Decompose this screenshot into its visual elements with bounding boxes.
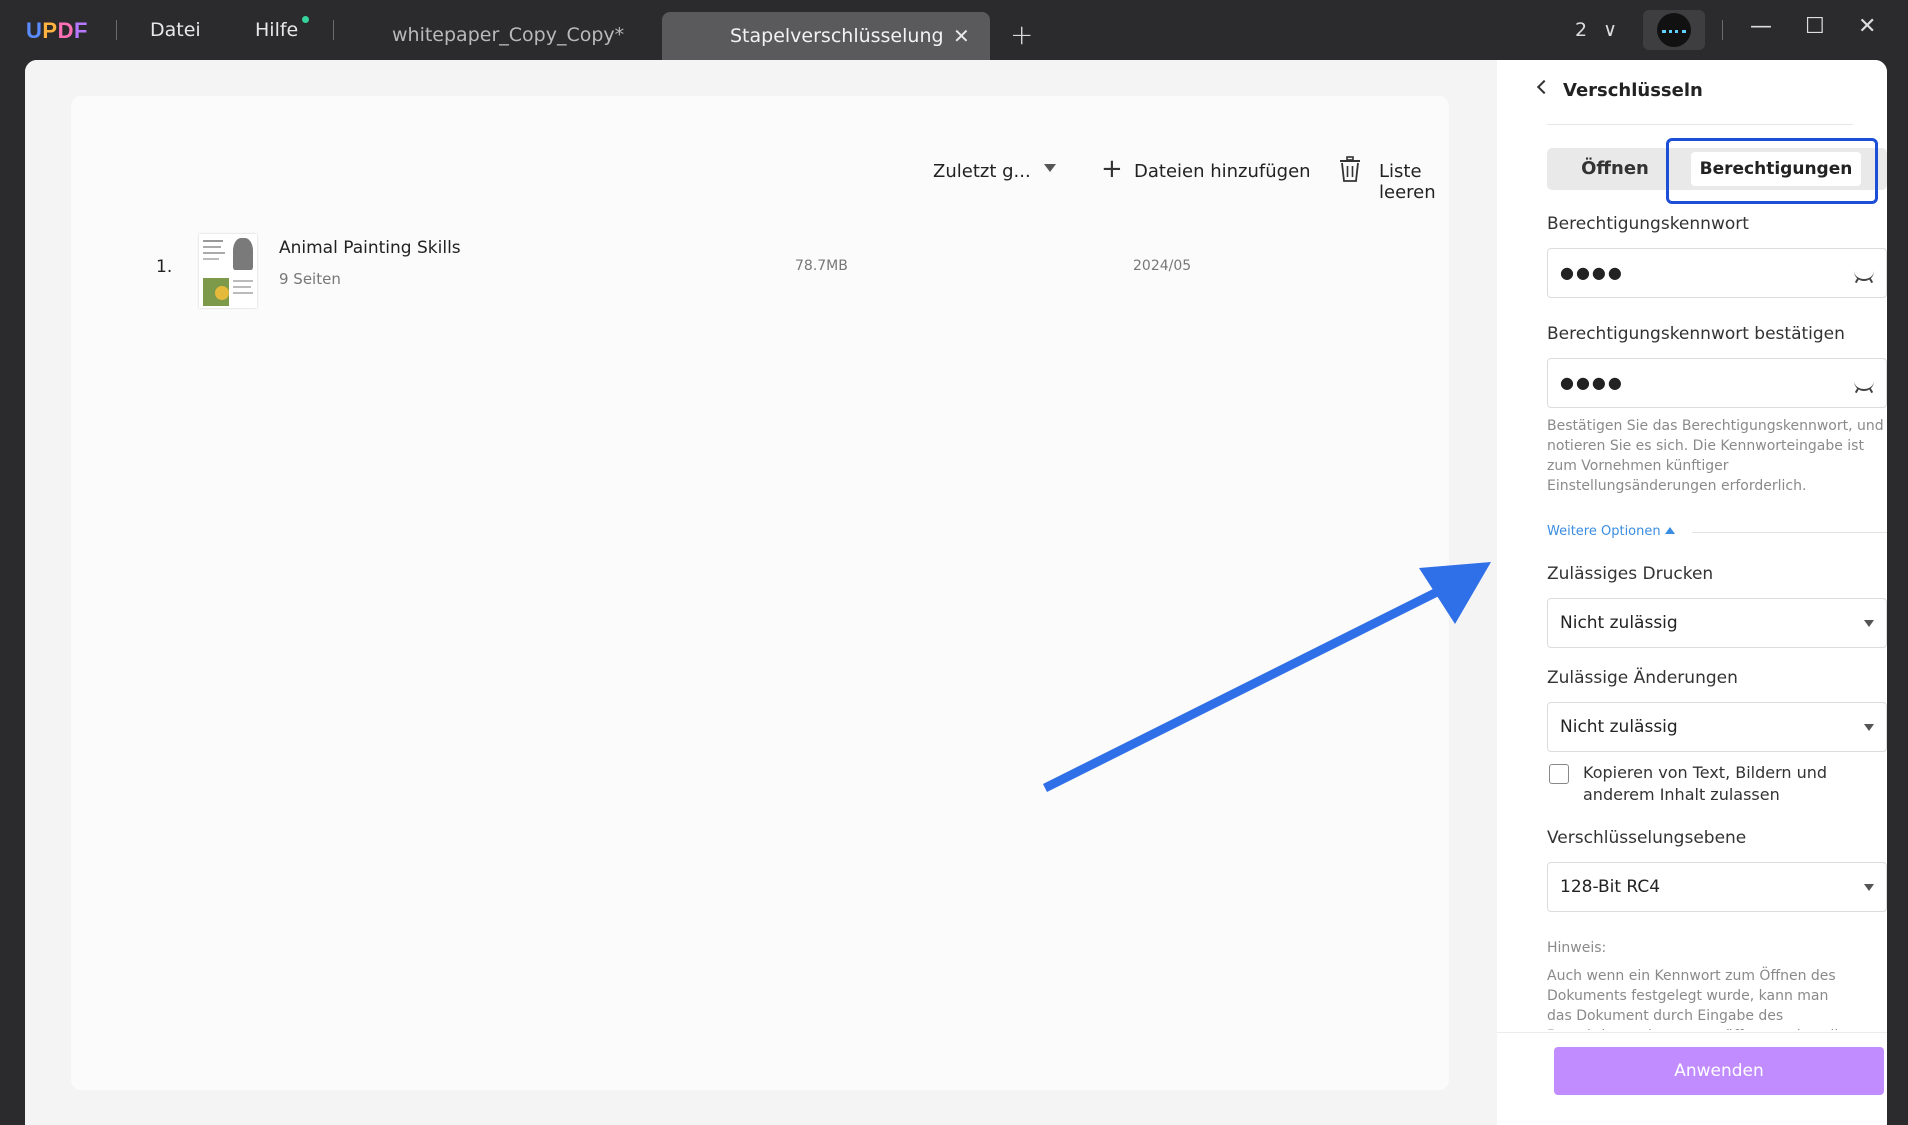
perm-password-input[interactable]: ●●●●: [1547, 248, 1887, 298]
main-window: Zuletzt g... + Dateien hinzufügen Liste …: [25, 60, 1887, 1125]
add-files-icon[interactable]: +: [1101, 154, 1123, 184]
encryption-select[interactable]: 128-Bit RC4: [1547, 862, 1887, 912]
panel-divider: [1547, 124, 1853, 125]
note-body: Auch wenn ein Kennwort zum Öffnen des Do…: [1547, 968, 1847, 1030]
tab-whitepaper[interactable]: whitepaper_Copy_Copy*: [392, 24, 624, 46]
maximize-icon[interactable]: ☐: [1805, 14, 1825, 39]
annotation-arrow-icon: [1042, 562, 1491, 793]
avatar: [1657, 13, 1691, 47]
new-tab-icon[interactable]: +: [1010, 18, 1033, 51]
caret-up-icon[interactable]: [1665, 527, 1675, 534]
title-separator: [333, 20, 334, 40]
print-label: Zulässiges Drucken: [1547, 564, 1714, 584]
panel-bottom-divider: [1497, 1032, 1887, 1033]
tab-close-icon[interactable]: ✕: [953, 24, 970, 48]
back-chevron-icon[interactable]: [1536, 79, 1552, 95]
print-value: Nicht zulässig: [1560, 613, 1678, 633]
password-hint: Bestätigen Sie das Berechtigungskennwort…: [1547, 418, 1884, 494]
panel-title: Verschlüsseln: [1563, 80, 1703, 101]
window-count: 2: [1575, 19, 1588, 41]
encryption-label: Verschlüsselungsebene: [1547, 828, 1747, 848]
print-select[interactable]: Nicht zulässig: [1547, 598, 1887, 648]
dropdown-caret-icon: [1864, 620, 1874, 627]
close-window-icon[interactable]: ✕: [1858, 14, 1876, 39]
panel-header: Verschlüsseln: [1497, 60, 1887, 124]
changes-select[interactable]: Nicht zulässig: [1547, 702, 1887, 752]
perm-confirm-value: ●●●●: [1560, 373, 1624, 392]
file-thumbnail: [199, 234, 257, 308]
more-options-link[interactable]: Weitere Optionen: [1547, 524, 1661, 539]
encryption-value: 128-Bit RC4: [1560, 877, 1661, 897]
trash-icon[interactable]: [1339, 156, 1361, 182]
title-separator: [1722, 20, 1723, 40]
file-row[interactable]: 1. Animal Painting Skills 9 Seiten 78.7M…: [71, 226, 1449, 316]
tab-stapelverschluesselung[interactable]: Stapelverschlüsselung ✕: [662, 12, 990, 60]
sort-dropdown[interactable]: Zuletzt g...: [933, 161, 1031, 182]
highlight-frame: [1666, 138, 1878, 204]
dropdown-caret-icon: [1864, 884, 1874, 891]
avatar-button[interactable]: [1643, 10, 1705, 50]
clear-list-button[interactable]: Liste leeren: [1379, 161, 1449, 203]
file-name: Animal Painting Skills: [279, 238, 461, 258]
sort-caret-icon: [1044, 164, 1056, 172]
file-date: 2024/05: [1133, 258, 1192, 274]
eye-closed-icon[interactable]: [1854, 271, 1874, 281]
tab-oeffnen[interactable]: Öffnen: [1547, 148, 1683, 190]
chevron-down-icon: ∨: [1603, 19, 1618, 41]
file-pages: 9 Seiten: [279, 270, 341, 288]
window-count-dropdown[interactable]: 2 ∨: [1575, 19, 1617, 41]
copy-content-label: Kopieren von Text, Bildern und anderem I…: [1583, 763, 1828, 804]
perm-password-value: ●●●●: [1560, 263, 1624, 282]
menu-datei[interactable]: Datei: [150, 19, 201, 41]
perm-confirm-label: Berechtigungskennwort bestätigen: [1547, 324, 1845, 344]
changes-value: Nicht zulässig: [1560, 717, 1678, 737]
minimize-icon[interactable]: —: [1750, 14, 1772, 39]
logo-letter-f: F: [73, 18, 88, 43]
logo-letter-d: D: [57, 18, 74, 43]
more-options-divider: [1692, 532, 1887, 533]
updf-logo: UPDF: [26, 18, 88, 44]
perm-password-label: Berechtigungskennwort: [1547, 214, 1749, 234]
menu-hilfe[interactable]: Hilfe: [255, 19, 298, 41]
perm-confirm-input[interactable]: ●●●●: [1547, 358, 1887, 408]
title-separator: [116, 20, 117, 40]
file-list-area: Zuletzt g... + Dateien hinzufügen Liste …: [25, 60, 1497, 1125]
changes-label: Zulässige Änderungen: [1547, 668, 1738, 688]
tab-label: Stapelverschlüsselung: [730, 25, 944, 47]
logo-letter-p: P: [42, 18, 58, 43]
dropdown-caret-icon: [1864, 724, 1874, 731]
title-bar: UPDF Datei Hilfe whitepaper_Copy_Copy* S…: [0, 0, 1908, 60]
encrypt-panel: Verschlüsseln Öffnen Berechtigungen Bere…: [1497, 60, 1887, 1125]
file-size: 78.7MB: [795, 258, 848, 274]
apply-button[interactable]: Anwenden: [1554, 1047, 1884, 1095]
notification-dot-icon: [302, 16, 309, 23]
note-title: Hinweis:: [1547, 940, 1607, 956]
logo-letter-u: U: [26, 18, 43, 43]
avatar-wave-icon: [1662, 25, 1686, 33]
sort-label: Zuletzt g...: [933, 161, 1031, 182]
file-index: 1.: [156, 257, 173, 277]
copy-content-checkbox[interactable]: [1549, 764, 1569, 784]
eye-closed-icon[interactable]: [1854, 381, 1874, 391]
add-files-button[interactable]: Dateien hinzufügen: [1134, 161, 1311, 182]
